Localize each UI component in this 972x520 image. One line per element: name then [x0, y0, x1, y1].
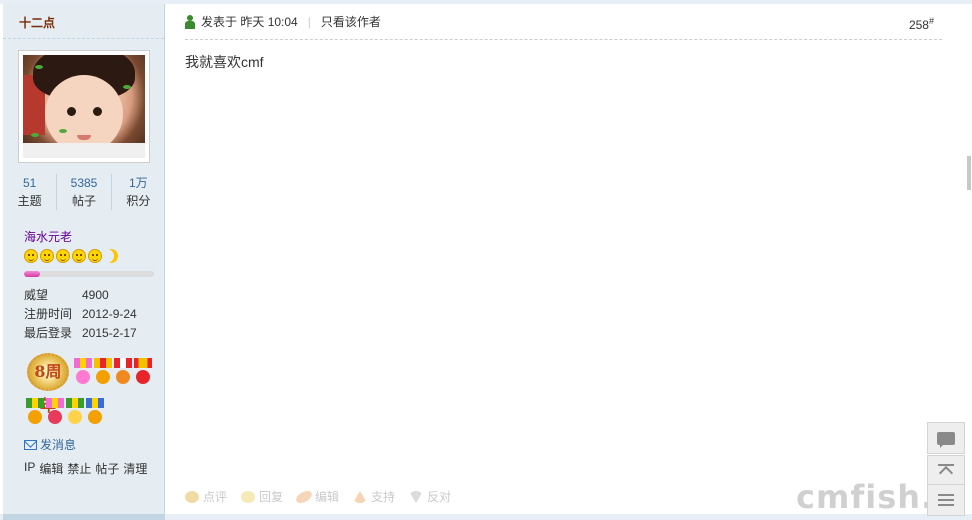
moderation-links: IP 编辑 禁止 帖子 清理 — [24, 460, 147, 477]
avatar-frame[interactable] — [18, 50, 150, 163]
info-key: 注册时间 — [24, 307, 73, 321]
level-progress-bar — [24, 271, 154, 277]
chat-icon — [937, 431, 955, 448]
medal-icon[interactable] — [86, 398, 104, 424]
post-content: 我就喜欢cmf — [185, 54, 264, 70]
stat-points[interactable]: 1万 积分 — [112, 174, 165, 210]
stat-posts-label: 帖子 — [71, 194, 96, 208]
online-user-icon — [185, 15, 195, 29]
posted-prefix: 发表于 — [201, 15, 238, 29]
medal-icon[interactable] — [26, 398, 44, 424]
post-header: 发表于 昨天 10:04 | 只看该作者 258# — [185, 12, 942, 40]
user-stats: 51 主题 5385 帖子 1万 积分 — [3, 174, 165, 214]
stat-points-label: 积分 — [126, 194, 151, 208]
envelope-icon — [24, 439, 37, 450]
reply-label: 回复 — [259, 490, 284, 504]
smile-icon — [72, 249, 86, 263]
info-value: 4900 — [82, 288, 109, 302]
edit-label: 编辑 — [315, 490, 340, 504]
level-progress-fill — [24, 271, 40, 277]
username-link[interactable]: 十二点 — [19, 16, 55, 30]
stat-threads-label: 主题 — [17, 194, 42, 208]
medal-icon[interactable] — [114, 358, 132, 384]
comment-icon — [185, 490, 199, 503]
stat-posts[interactable]: 5385 帖子 — [57, 174, 112, 210]
mod-link-ban[interactable]: 禁止 — [67, 460, 91, 477]
smile-icon — [40, 249, 54, 263]
rate-label: 点评 — [203, 490, 228, 504]
separator: | — [307, 15, 311, 29]
mod-link-posts[interactable]: 帖子 — [95, 460, 119, 477]
stat-threads[interactable]: 51 主题 — [3, 174, 58, 210]
medal-icon[interactable] — [74, 358, 92, 384]
post-time: 发表于 昨天 10:04 — [201, 12, 298, 32]
stat-posts-value[interactable]: 5385 — [57, 174, 110, 192]
mod-link-clean[interactable]: 清理 — [123, 460, 147, 477]
info-row: 注册时间 2012-9-24 — [24, 305, 137, 324]
floor-value: 258 — [908, 18, 929, 32]
mod-link-edit[interactable]: 编辑 — [39, 460, 63, 477]
post: 发表于 昨天 10:04 | 只看该作者 258# 我就喜欢cmf 点评 回复 … — [165, 4, 942, 514]
send-message-label: 发消息 — [40, 438, 77, 452]
edit-button[interactable]: 编辑 — [293, 488, 340, 505]
username-bar: 十二点 — [3, 4, 164, 39]
rank-stars — [24, 249, 118, 263]
medal-icon[interactable] — [66, 398, 84, 424]
medal-icon[interactable] — [46, 398, 64, 424]
support-button[interactable]: 支持 — [353, 488, 395, 505]
info-key: 威望 — [24, 288, 49, 302]
info-row: 威望 4900 — [24, 286, 137, 305]
floor-number[interactable]: 258# — [909, 16, 934, 32]
info-value: 2012-9-24 — [82, 307, 137, 321]
scrollbar-track[interactable] — [965, 4, 972, 514]
quick-reply-button[interactable] — [927, 422, 965, 454]
anniversary-medal-icon[interactable]: 8周年 — [27, 353, 69, 415]
post-actions: 点评 回复 编辑 支持 反对 — [185, 488, 451, 505]
medals: 8周年 — [24, 350, 159, 430]
pencil-icon — [293, 490, 315, 503]
scrollbar-thumb[interactable] — [967, 156, 971, 190]
medal-icon[interactable] — [94, 358, 112, 384]
oppose-button[interactable]: 反对 — [409, 488, 451, 505]
info-row: 最后登录 2015-2-17 — [24, 324, 137, 343]
back-to-list-button[interactable] — [927, 484, 965, 516]
support-label: 支持 — [371, 490, 396, 504]
stat-threads-value[interactable]: 51 — [3, 174, 56, 192]
only-author-link[interactable]: 只看该作者 — [321, 12, 381, 32]
info-key: 最后登录 — [24, 326, 73, 340]
posted-time-value: 昨天 10:04 — [240, 15, 298, 29]
user-sidebar: 十二点 51 主题 5385 帖子 1万 积分 海水元老 威望 4900 注册时… — [3, 4, 165, 514]
back-to-top-icon — [938, 464, 954, 478]
back-to-top-button[interactable] — [927, 455, 965, 487]
smile-icon — [24, 249, 38, 263]
oppose-label: 反对 — [427, 490, 452, 504]
floor-mark: # — [928, 16, 934, 26]
arrow-down-icon — [409, 490, 424, 503]
avatar[interactable] — [23, 55, 145, 158]
user-rank[interactable]: 海水元老 — [24, 228, 72, 245]
user-info: 威望 4900 注册时间 2012-9-24 最后登录 2015-2-17 — [24, 286, 137, 343]
moon-icon — [104, 249, 118, 263]
info-value: 2015-2-17 — [82, 326, 137, 340]
reply-button[interactable]: 回复 — [241, 488, 283, 505]
stat-points-value[interactable]: 1万 — [112, 174, 165, 192]
reply-icon — [241, 490, 256, 503]
medal-icon[interactable] — [134, 358, 152, 384]
rate-button[interactable]: 点评 — [185, 488, 227, 505]
list-icon — [938, 494, 954, 506]
send-message-link[interactable]: 发消息 — [24, 436, 76, 453]
smile-icon — [56, 249, 70, 263]
smile-icon — [88, 249, 102, 263]
arrow-up-icon — [353, 490, 368, 503]
mod-link-ip[interactable]: IP — [24, 460, 35, 477]
